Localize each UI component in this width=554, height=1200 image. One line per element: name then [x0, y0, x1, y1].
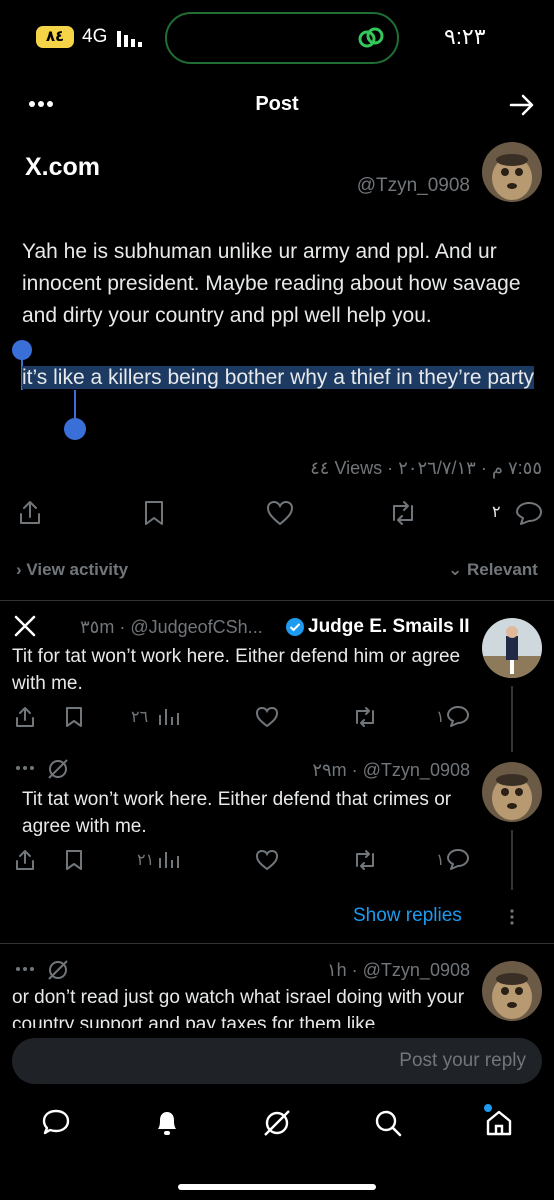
- post-timestamp: ٧:٥٥ م · ٢٠٢٦/٧/١٣: [398, 458, 542, 478]
- selected-text: it’s like a killers being bother why a t…: [22, 366, 535, 389]
- reply-icon[interactable]: [446, 705, 470, 727]
- repost-icon[interactable]: [352, 706, 378, 728]
- avatar[interactable]: [482, 142, 542, 202]
- reply-1-handle[interactable]: @JudgeofCSh...: [130, 617, 262, 637]
- forward-arrow-icon[interactable]: [508, 92, 536, 118]
- selection-end-handle[interactable]: [64, 418, 86, 440]
- post-selected-text: it’s like a killers being bother why a t…: [22, 362, 542, 394]
- reply-2-reply-count: ١: [436, 852, 445, 869]
- post-views: ٤٤ Views: [310, 458, 383, 478]
- avatar[interactable]: [482, 961, 542, 1021]
- share-icon[interactable]: [14, 706, 36, 728]
- more-options-icon[interactable]: [14, 963, 38, 975]
- repost-icon[interactable]: [352, 849, 378, 871]
- selection-start-handle[interactable]: [12, 340, 32, 360]
- reply-icon[interactable]: [446, 848, 470, 870]
- reply-3-meta: ١h · @Tzyn_0908: [326, 960, 470, 980]
- reply-3-time: ١h: [326, 960, 347, 980]
- thread-line: [511, 830, 513, 890]
- watermark-x-com: X.com: [25, 153, 101, 181]
- more-options-icon[interactable]: [14, 762, 38, 774]
- show-replies-link[interactable]: Show replies: [353, 905, 462, 927]
- battery-indicator: ٨٤: [36, 26, 74, 48]
- grok-icon[interactable]: [46, 958, 70, 982]
- like-icon[interactable]: [255, 706, 279, 728]
- reply-1-meta: ٣٥m · @JudgeofCSh...: [80, 617, 263, 637]
- reply-3-text: or don’t read just go watch what israel …: [12, 987, 465, 1028]
- reply-input-placeholder[interactable]: Post your reply: [399, 1050, 526, 1072]
- avatar[interactable]: [482, 618, 542, 678]
- home-indicator: [178, 1184, 376, 1190]
- bookmark-icon[interactable]: [143, 500, 165, 526]
- home-icon[interactable]: [484, 1108, 514, 1138]
- reply-1-time: ٣٥m: [80, 617, 115, 637]
- post-meta: ٤٤ Views · ٧:٥٥ م · ٢٠٢٦/٧/١٣: [310, 458, 542, 478]
- reply-1-reply-count: ١: [436, 709, 445, 726]
- view-activity-label: View activity: [26, 560, 129, 579]
- repost-icon[interactable]: [388, 500, 418, 526]
- share-icon[interactable]: [18, 500, 42, 526]
- reply-1-text: Tit for tat won’t work here. Either defe…: [12, 646, 461, 694]
- signal-icon: [117, 29, 147, 47]
- views-icon[interactable]: [157, 850, 179, 870]
- post-actions: ٢: [0, 500, 554, 534]
- reply-3-handle[interactable]: @Tzyn_0908: [363, 960, 470, 980]
- status-time: ٩:٢٣: [444, 24, 486, 49]
- sort-relevant-dropdown[interactable]: ⌄ Relevant: [448, 560, 538, 580]
- reply-icon[interactable]: [515, 500, 543, 526]
- reply-2-views: ٢١: [137, 852, 155, 869]
- thread-line: [511, 686, 513, 752]
- sort-label: Relevant: [466, 560, 538, 579]
- divider: [0, 600, 554, 601]
- reply-composer[interactable]: Post your reply: [12, 1038, 542, 1084]
- page-title: Post: [255, 93, 299, 115]
- reply-2-text: Tit tat won’t work here. Either defend t…: [22, 789, 452, 837]
- verified-badge-icon: [285, 617, 305, 637]
- x-logo-icon: [14, 615, 36, 637]
- reply-2-meta: ٢٩m · @Tzyn_0908: [312, 760, 470, 780]
- reply-2-handle[interactable]: @Tzyn_0908: [363, 760, 470, 780]
- grok-icon[interactable]: [46, 757, 70, 781]
- notifications-bell-icon[interactable]: [153, 1108, 181, 1138]
- network-label: 4G: [82, 26, 108, 47]
- post-text: Yah he is subhuman unlike ur army and pp…: [22, 240, 521, 327]
- like-icon[interactable]: [266, 500, 294, 526]
- messages-icon[interactable]: [42, 1108, 70, 1136]
- avatar[interactable]: [482, 762, 542, 822]
- reply-1-views: ٢٦: [131, 709, 149, 726]
- view-activity-link[interactable]: › View activity: [16, 560, 128, 580]
- views-icon[interactable]: [157, 707, 179, 727]
- bookmark-icon[interactable]: [64, 706, 84, 728]
- reply-1-author-name[interactable]: Judge E. Smails II: [308, 616, 470, 638]
- search-icon[interactable]: [373, 1108, 403, 1138]
- share-icon[interactable]: [14, 849, 36, 871]
- like-icon[interactable]: [255, 849, 279, 871]
- reply-2-time: ٢٩m: [312, 760, 347, 780]
- post-author-handle[interactable]: @Tzyn_0908: [330, 175, 470, 197]
- reply-count: ٢: [492, 504, 501, 521]
- bookmark-icon[interactable]: [64, 849, 84, 871]
- vertical-dots-icon[interactable]: [508, 908, 516, 926]
- link-icon: [356, 24, 386, 52]
- divider: [0, 943, 554, 944]
- grok-icon[interactable]: [262, 1108, 292, 1138]
